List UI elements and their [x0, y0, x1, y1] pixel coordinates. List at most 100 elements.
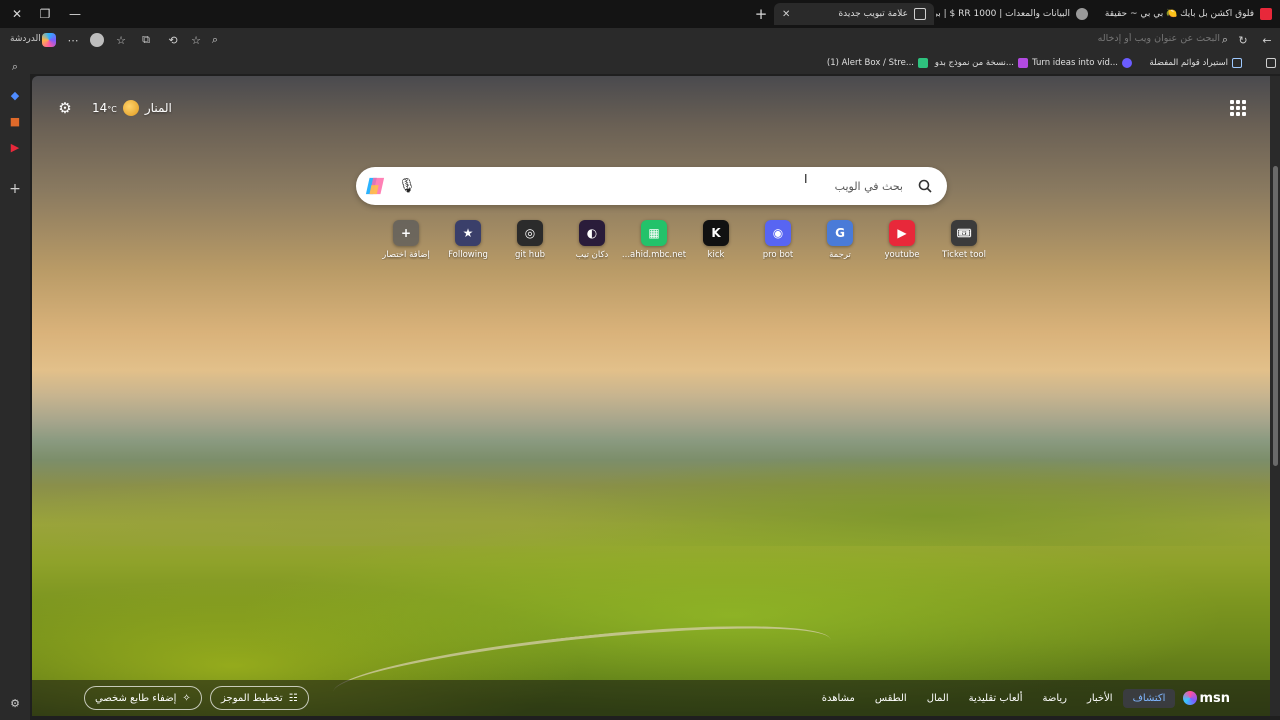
- web-search-box[interactable]: 🎙: [356, 167, 947, 205]
- shortcut-tile[interactable]: ▦ ...ahid.mbc.net: [622, 220, 686, 260]
- nav-discover[interactable]: اكتشاف: [1122, 688, 1176, 708]
- sidebar-toolbox-icon[interactable]: ■: [6, 112, 24, 130]
- shortcuts-row: 🎟 Ticket tool ▶ youtube G ترجمة ◉ pro bot Kkick ▦…: [336, 220, 986, 270]
- briefing-label: تخطيط الموجز: [221, 692, 283, 704]
- bookmark-label: Turn ideas into vid...: [1032, 58, 1118, 68]
- nav-weather[interactable]: الطقس: [865, 689, 917, 708]
- edge-sidebar: ⌕ ◆ ■ ▶ + ⚙: [0, 52, 30, 720]
- sidebar-add-icon[interactable]: +: [6, 180, 24, 198]
- restore-window-icon[interactable]: ❐: [34, 4, 56, 24]
- personalize-button[interactable]: ✧ إضفاء طابع شخصي: [84, 686, 202, 710]
- apps-launcher-icon[interactable]: [1230, 100, 1246, 116]
- new-tab-icon[interactable]: +: [750, 4, 772, 24]
- address-input[interactable]: [920, 33, 1220, 44]
- add-favorite-icon[interactable]: ☆: [187, 32, 205, 48]
- nav-classic-games[interactable]: ألعاب تقليدية: [959, 689, 1033, 708]
- translate-icon: G: [827, 220, 853, 246]
- shortcut-tile[interactable]: ▶ youtube: [870, 220, 934, 260]
- sidebar-search-icon[interactable]: ⌕: [6, 58, 24, 76]
- kick-icon: K: [703, 220, 729, 246]
- sidebar-youtube-icon[interactable]: ▶: [6, 138, 24, 156]
- bookmarks-folder-icon[interactable]: [1266, 56, 1276, 70]
- shortcut-tile[interactable]: ◎ git hub: [498, 220, 562, 260]
- shahid-icon: ▦: [641, 220, 667, 246]
- back-icon[interactable]: ←: [1258, 32, 1276, 48]
- msn-wordmark: msn: [1199, 690, 1230, 706]
- sidebar-settings-icon[interactable]: ⚙: [6, 694, 24, 712]
- msn-brand[interactable]: msn: [1183, 691, 1230, 706]
- copilot-icon[interactable]: [40, 32, 58, 48]
- sidebar-tag-icon[interactable]: ◆: [6, 86, 24, 104]
- shortcut-label: دكان تيب: [575, 250, 609, 260]
- scrollbar-thumb[interactable]: [1273, 166, 1278, 466]
- weather-widget[interactable]: 14°C المنار: [92, 100, 172, 116]
- youtube-icon: ▶: [889, 220, 915, 246]
- extensions-icon[interactable]: ⟲: [164, 32, 182, 48]
- browser-window: ✕ ❐ — + فلوق اكشن بل بايك 🍋 بي بي ~ حقيق…: [0, 0, 1280, 720]
- new-tab-favicon-icon: [914, 8, 926, 20]
- refresh-icon[interactable]: ↻: [1234, 32, 1252, 48]
- shortcut-tile[interactable]: 🎟 Ticket tool: [932, 220, 996, 260]
- import-icon: [1232, 58, 1242, 68]
- tab-active[interactable]: علامة تبويب جديدة ✕: [774, 3, 934, 25]
- search-icon[interactable]: [917, 178, 933, 194]
- weather-location: المنار: [144, 101, 172, 115]
- tab-1[interactable]: فلوق اكشن بل بايك 🍋 بي بي ~ حقيقة ✕: [1098, 3, 1280, 25]
- briefing-layout-button[interactable]: ☷ تخطيط الموجز: [210, 686, 309, 710]
- collections-icon[interactable]: ⧉: [137, 32, 155, 48]
- shortcut-label: Following: [448, 250, 488, 260]
- tab-title: علامة تبويب جديدة: [838, 9, 908, 19]
- profile-icon[interactable]: [88, 32, 106, 48]
- shortcut-tile[interactable]: ◉ pro bot: [746, 220, 810, 260]
- address-bar: الدردشة ⋯ ☆ ⧉ ⟲ ☆ ⌕ ⌕ ↻ ←: [0, 28, 1280, 52]
- bookmark-item[interactable]: نسخة من نموذج بدو...: [935, 56, 1028, 70]
- shortcut-label: kick: [707, 250, 725, 260]
- search-icon: ⌕: [1221, 33, 1229, 46]
- tab-title: فلوق اكشن بل بايك 🍋 بي بي ~ حقيقة: [1104, 9, 1254, 19]
- microphone-icon[interactable]: 🎙: [398, 177, 416, 195]
- shortcut-tile[interactable]: Kkick: [684, 220, 748, 260]
- partly-sunny-icon: [122, 100, 139, 116]
- tab-2[interactable]: البيانات والمعدات | RR 1000 $ | بي ✕: [936, 3, 1096, 25]
- favorites-icon[interactable]: ☆: [112, 32, 130, 48]
- youtube-favicon-icon: [1260, 8, 1272, 20]
- page-scrollbar[interactable]: [1270, 76, 1280, 716]
- page-settings-icon[interactable]: ⚙: [56, 99, 74, 117]
- shortcut-tile[interactable]: G ترجمة: [808, 220, 872, 260]
- copilot-icon[interactable]: [364, 176, 386, 196]
- search-input[interactable]: [443, 176, 903, 196]
- nav-watch[interactable]: مشاهدة: [812, 689, 865, 708]
- bookmark-label: (1) Alert Box / Stre...: [826, 58, 914, 68]
- nav-sports[interactable]: رياضة: [1032, 689, 1077, 708]
- text-cursor-icon: I: [804, 172, 808, 186]
- more-menu-icon[interactable]: ⋯: [64, 32, 82, 48]
- close-tab-icon[interactable]: ✕: [782, 9, 790, 20]
- shortcut-tile[interactable]: + إضافة اختصار: [374, 220, 438, 260]
- bookmark-item[interactable]: استيراد قوائم المفضلة: [1149, 56, 1242, 70]
- nav-money[interactable]: المال: [917, 689, 959, 708]
- read-aloud-icon[interactable]: ⌕: [206, 32, 224, 48]
- layout-sliders-icon: ☷: [288, 692, 298, 704]
- shortcut-label: youtube: [884, 250, 920, 260]
- shortcut-label: إضافة اختصار: [382, 250, 430, 260]
- shortcut-tile[interactable]: ★ Following: [436, 220, 500, 260]
- bookmark-label: نسخة من نموذج بدو...: [934, 58, 1014, 68]
- bookmark-item[interactable]: Turn ideas into vid...: [1032, 56, 1132, 70]
- nav-news[interactable]: الأخبار: [1077, 689, 1123, 708]
- shortcut-label: Ticket tool: [942, 250, 986, 260]
- close-window-icon[interactable]: ✕: [6, 4, 28, 24]
- site-favicon-icon: [1122, 58, 1132, 68]
- shortcut-label: git hub: [515, 250, 545, 260]
- site-favicon-icon: [1076, 8, 1088, 20]
- streamlabs-favicon-icon: [918, 58, 928, 68]
- msn-nav: msn اكتشاف الأخبار رياضة ألعاب تقليدية ا…: [812, 686, 1230, 710]
- bookmark-item[interactable]: (1) Alert Box / Stre...: [827, 56, 928, 70]
- folder-icon: [1266, 58, 1276, 68]
- tab-title: البيانات والمعدات | RR 1000 $ | بي: [936, 9, 1070, 19]
- copilot-label[interactable]: الدردشة: [10, 34, 41, 44]
- minimize-window-icon[interactable]: —: [64, 4, 86, 24]
- msn-feed-bar: ✧ إضفاء طابع شخصي ☷ تخطيط الموجز msn اكت…: [32, 680, 1270, 716]
- shortcut-tile[interactable]: ◐ دكان تيب: [560, 220, 624, 260]
- shortcut-label: pro bot: [762, 250, 794, 260]
- new-tab-page: ⚙ 14°C المنار 🎙 🎟 Ticket tool ▶ youtube G ترج…: [32, 76, 1270, 716]
